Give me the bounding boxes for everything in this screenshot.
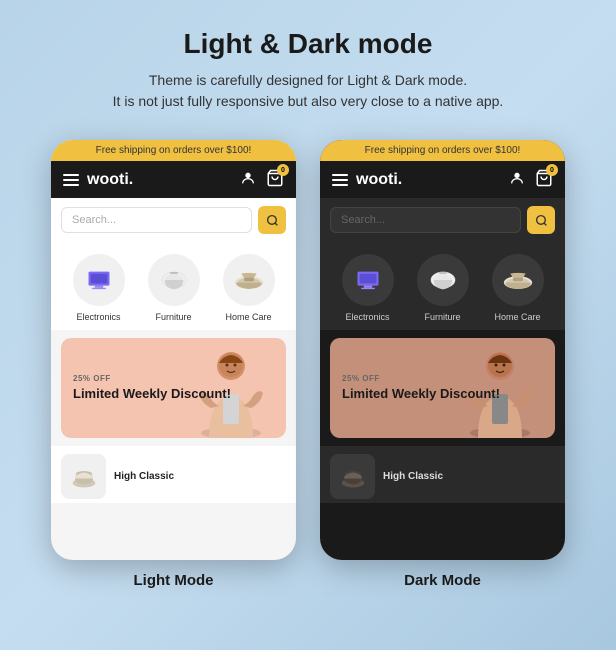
light-phone-label: Light Mode <box>134 572 214 589</box>
dark-homecare-icon <box>492 254 544 306</box>
dark-nav-icons: 0 <box>509 169 553 190</box>
dark-search-container: Search... <box>320 198 565 242</box>
dark-promo-banner: 25% OFF Limited Weekly Discount! <box>330 338 555 438</box>
dark-phone-label: Dark Mode <box>404 572 481 589</box>
dark-hamburger-icon[interactable] <box>332 174 348 186</box>
light-product-info: High Classic <box>114 471 286 482</box>
dark-furniture-icon <box>417 254 469 306</box>
dark-category-homecare[interactable]: Home Care <box>492 254 544 322</box>
dark-phone: Free shipping on orders over $100! wooti… <box>320 140 565 560</box>
dark-search-placeholder: Search... <box>341 214 510 226</box>
light-electronics-icon <box>73 254 125 306</box>
light-nav-icons: 0 <box>240 169 284 190</box>
light-phone-wrapper: Free shipping on orders over $100! wooti… <box>51 140 296 589</box>
light-search-input-wrapper[interactable]: Search... <box>61 207 252 233</box>
dark-nav-left: wooti. <box>332 171 402 189</box>
dark-product-info: High Classic <box>383 471 555 482</box>
dark-search-input-wrapper[interactable]: Search... <box>330 207 521 233</box>
light-banner-text: 25% OFF Limited Weekly Discount! <box>61 364 286 413</box>
light-promo-banner: 25% OFF Limited Weekly Discount! <box>61 338 286 438</box>
light-furniture-label: Furniture <box>155 312 191 322</box>
dark-user-icon[interactable] <box>509 170 525 189</box>
dark-electronics-label: Electronics <box>345 312 389 322</box>
dark-categories: Electronics Furniture Home Care <box>320 242 565 330</box>
light-hamburger-icon[interactable] <box>63 174 79 186</box>
dark-category-electronics[interactable]: Electronics <box>342 254 394 322</box>
light-product-thumb <box>61 454 106 499</box>
dark-cart-badge: 0 <box>546 164 558 176</box>
light-promo-title: Limited Weekly Discount! <box>73 386 274 403</box>
dark-top-banner: Free shipping on orders over $100! <box>320 140 565 161</box>
light-category-electronics[interactable]: Electronics <box>73 254 125 322</box>
dark-search-button[interactable] <box>527 206 555 234</box>
dark-banner-text: 25% OFF Limited Weekly Discount! <box>330 364 555 413</box>
light-promo-badge: 25% OFF <box>73 374 274 383</box>
dark-nav-bar: wooti. 0 <box>320 161 565 198</box>
dark-cart-icon[interactable]: 0 <box>535 169 553 190</box>
dark-homecare-label: Home Care <box>494 312 540 322</box>
dark-furniture-label: Furniture <box>424 312 460 322</box>
light-cart-icon[interactable]: 0 <box>266 169 284 190</box>
page-title: Light & Dark mode <box>184 28 433 60</box>
light-search-container: Search... <box>51 198 296 242</box>
dark-electronics-icon <box>342 254 394 306</box>
light-category-furniture[interactable]: Furniture <box>148 254 200 322</box>
light-user-icon[interactable] <box>240 170 256 189</box>
light-categories: Electronics Furniture Home Care <box>51 242 296 330</box>
light-logo: wooti. <box>87 171 133 189</box>
dark-phone-wrapper: Free shipping on orders over $100! wooti… <box>320 140 565 589</box>
light-cart-badge: 0 <box>277 164 289 176</box>
page-subtitle: Theme is carefully designed for Light & … <box>113 70 504 112</box>
light-electronics-label: Electronics <box>76 312 120 322</box>
phones-container: Free shipping on orders over $100! wooti… <box>51 140 565 589</box>
light-search-button[interactable] <box>258 206 286 234</box>
light-nav-bar: wooti. 0 <box>51 161 296 198</box>
dark-product-section: High Classic <box>320 446 565 503</box>
dark-promo-badge: 25% OFF <box>342 374 543 383</box>
light-top-banner: Free shipping on orders over $100! <box>51 140 296 161</box>
light-category-homecare[interactable]: Home Care <box>223 254 275 322</box>
dark-category-furniture[interactable]: Furniture <box>417 254 469 322</box>
dark-product-thumb <box>330 454 375 499</box>
light-homecare-icon <box>223 254 275 306</box>
dark-promo-title: Limited Weekly Discount! <box>342 386 543 403</box>
light-phone: Free shipping on orders over $100! wooti… <box>51 140 296 560</box>
light-homecare-label: Home Care <box>225 312 271 322</box>
dark-logo: wooti. <box>356 171 402 189</box>
light-nav-left: wooti. <box>63 171 133 189</box>
light-search-placeholder: Search... <box>72 214 241 226</box>
dark-product-name: High Classic <box>383 471 555 482</box>
light-product-section: High Classic <box>51 446 296 503</box>
light-product-name: High Classic <box>114 471 286 482</box>
light-furniture-icon <box>148 254 200 306</box>
